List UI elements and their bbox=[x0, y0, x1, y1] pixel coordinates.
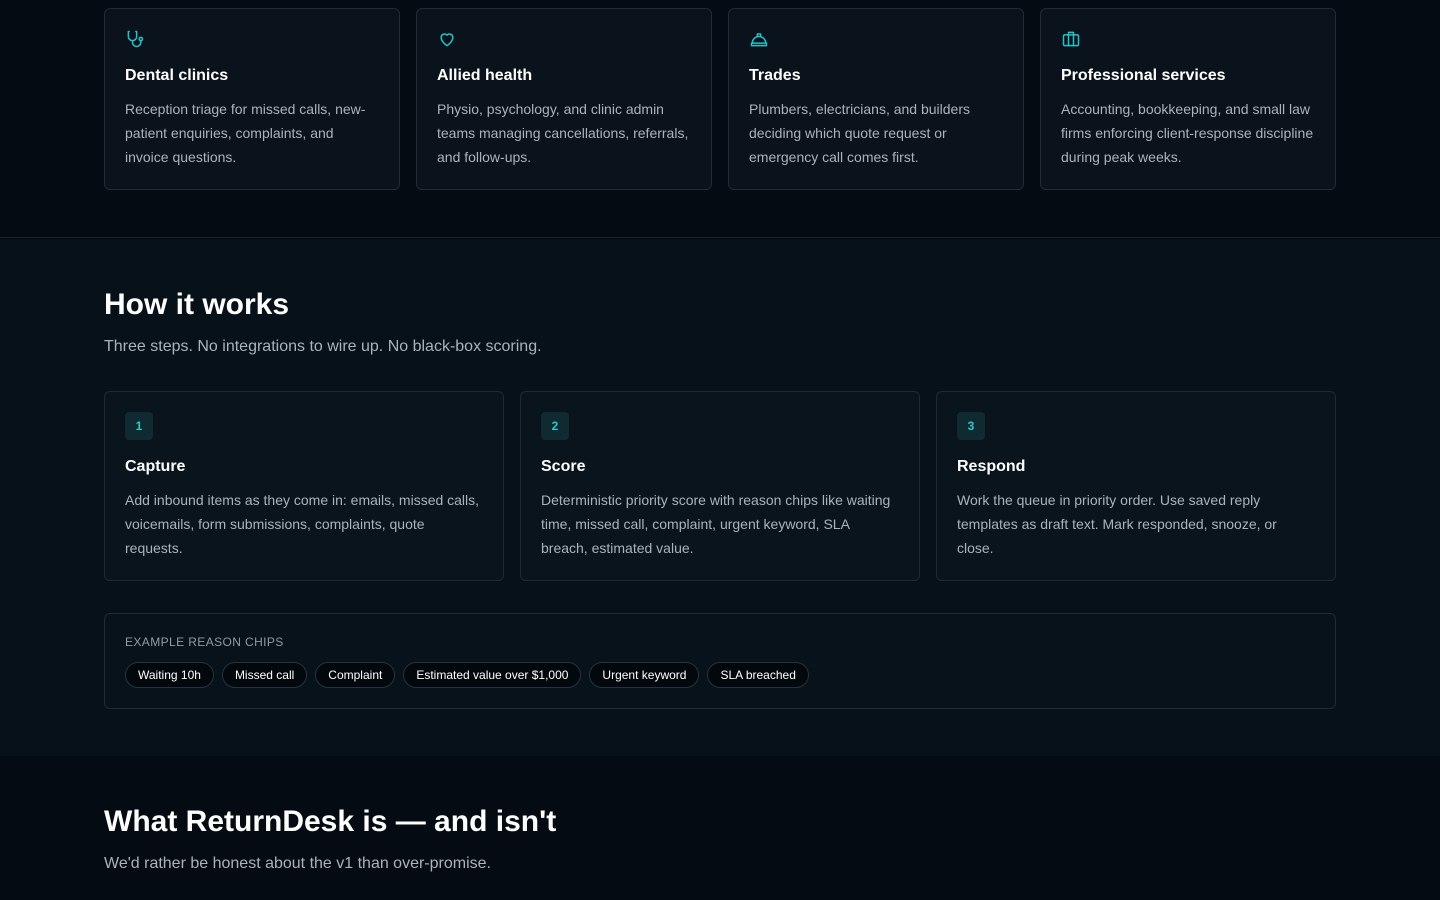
step-number-badge: 3 bbox=[957, 412, 985, 440]
briefcase-icon bbox=[1061, 29, 1081, 49]
industry-title: Professional services bbox=[1061, 67, 1226, 84]
reason-chips-label: EXAMPLE REASON CHIPS bbox=[125, 635, 284, 649]
reason-chip: Missed call bbox=[221, 662, 308, 688]
step-number-badge: 2 bbox=[541, 412, 569, 440]
what-it-is-section: What ReturnDesk is — and isn't We'd rath… bbox=[0, 756, 1440, 900]
section-subtitle: We'd rather be honest about the v1 than … bbox=[104, 855, 491, 872]
steps-grid: 1 Capture Add inbound items as they come… bbox=[104, 391, 1336, 581]
step-description: Deterministic priority score with reason… bbox=[541, 492, 891, 556]
industry-card-allied-health: Allied health Physio, psychology, and cl… bbox=[416, 8, 712, 190]
reason-chips-list: Waiting 10h Missed call Complaint Estima… bbox=[125, 662, 1315, 688]
industries-section: Dental clinics Reception triage for miss… bbox=[0, 0, 1440, 238]
stethoscope-icon bbox=[125, 29, 145, 49]
industry-description: Reception triage for missed calls, new-p… bbox=[125, 101, 366, 165]
how-it-works-section: How it works Three steps. No integration… bbox=[0, 239, 1440, 756]
reason-chip: Urgent keyword bbox=[589, 662, 700, 688]
heart-icon bbox=[437, 29, 457, 49]
reason-chip: Estimated value over $1,000 bbox=[403, 662, 582, 688]
step-description: Add inbound items as they come in: email… bbox=[125, 492, 480, 556]
step-title: Respond bbox=[957, 458, 1026, 475]
step-card-respond: 3 Respond Work the queue in priority ord… bbox=[936, 391, 1336, 581]
step-description: Work the queue in priority order. Use sa… bbox=[957, 492, 1277, 556]
reason-chips-panel: EXAMPLE REASON CHIPS Waiting 10h Missed … bbox=[104, 613, 1336, 709]
page: Dental clinics Reception triage for miss… bbox=[0, 0, 1440, 900]
section-subtitle: Three steps. No integrations to wire up.… bbox=[104, 338, 542, 355]
industry-description: Plumbers, electricians, and builders dec… bbox=[749, 101, 970, 165]
industry-title: Dental clinics bbox=[125, 67, 229, 84]
industry-card-trades: Trades Plumbers, electricians, and build… bbox=[728, 8, 1024, 190]
step-card-capture: 1 Capture Add inbound items as they come… bbox=[104, 391, 504, 581]
reason-chip: Complaint bbox=[315, 662, 396, 688]
industry-description: Physio, psychology, and clinic admin tea… bbox=[437, 101, 689, 165]
step-number-badge: 1 bbox=[125, 412, 153, 440]
step-title: Capture bbox=[125, 458, 186, 475]
hard-hat-icon bbox=[749, 29, 769, 49]
section-title: What ReturnDesk is — and isn't bbox=[104, 805, 557, 838]
industry-card-professional: Professional services Accounting, bookke… bbox=[1040, 8, 1336, 190]
reason-chip: SLA breached bbox=[707, 662, 809, 688]
industry-card-dental: Dental clinics Reception triage for miss… bbox=[104, 8, 400, 190]
industry-description: Accounting, bookkeeping, and small law f… bbox=[1061, 101, 1314, 165]
section-title: How it works bbox=[104, 288, 290, 321]
step-title: Score bbox=[541, 458, 586, 475]
industry-title: Allied health bbox=[437, 67, 533, 84]
industry-title: Trades bbox=[749, 67, 801, 84]
step-card-score: 2 Score Deterministic priority score wit… bbox=[520, 391, 920, 581]
reason-chip: Waiting 10h bbox=[125, 662, 214, 688]
industries-grid: Dental clinics Reception triage for miss… bbox=[104, 8, 1336, 190]
